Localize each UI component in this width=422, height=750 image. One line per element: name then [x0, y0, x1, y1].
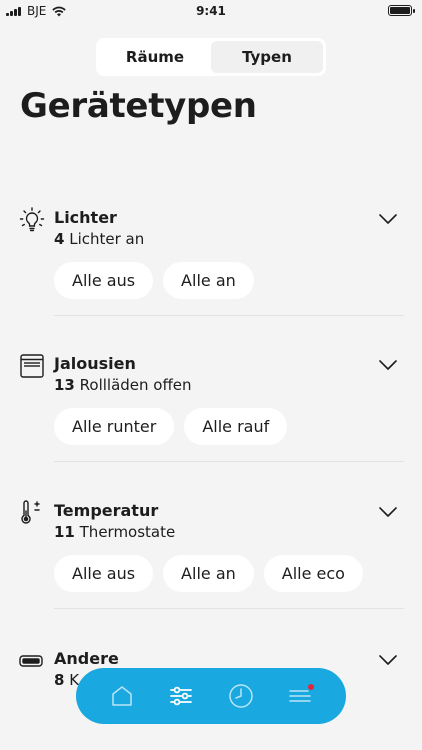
section-count: 13: [54, 376, 75, 394]
bulb-icon: [19, 207, 45, 232]
section-title: Temperatur: [54, 501, 159, 520]
all-on-button[interactable]: Alle an: [163, 555, 254, 592]
section-subtitle: 4 Lichter an: [54, 230, 144, 248]
nav-home[interactable]: [107, 681, 137, 711]
section-temperature: Temperatur 11 Thermostate Alle aus Alle …: [18, 499, 404, 609]
all-off-button[interactable]: Alle aus: [54, 555, 154, 592]
section-lights: Lichter 4 Lichter an Alle aus Alle an: [18, 206, 404, 316]
section-count: 8: [54, 671, 65, 689]
all-down-button[interactable]: Alle runter: [54, 408, 175, 445]
chevron-down-icon[interactable]: [378, 212, 398, 226]
section-status: Rollläden offen: [74, 376, 192, 394]
nav-timers[interactable]: [226, 681, 256, 711]
section-actions: Alle aus Alle an Alle eco: [54, 555, 363, 592]
nav-devices[interactable]: [166, 681, 196, 711]
notification-badge: [307, 683, 316, 691]
section-count: 4: [54, 230, 65, 248]
section-status: Thermostate: [74, 523, 176, 541]
divider: [54, 608, 404, 609]
section-title: Lichter: [54, 208, 117, 227]
section-title: Andere: [54, 649, 119, 668]
section-subtitle: 8 K: [54, 671, 79, 689]
bottom-nav: [76, 668, 346, 724]
status-time: 9:41: [196, 4, 226, 18]
chevron-down-icon[interactable]: [378, 505, 398, 519]
socket-icon: [19, 655, 43, 667]
section-title: Jalousien: [54, 354, 136, 373]
section-actions: Alle runter Alle rauf: [54, 408, 288, 445]
status-bar: BJE 9:41: [0, 0, 422, 24]
all-eco-button[interactable]: Alle eco: [263, 555, 363, 592]
view-switcher: Räume Typen: [96, 38, 326, 76]
tab-types[interactable]: Typen: [211, 41, 323, 73]
blinds-icon: [20, 354, 44, 378]
chevron-down-icon[interactable]: [378, 358, 398, 372]
section-count: 11: [54, 523, 75, 541]
chevron-down-icon[interactable]: [378, 653, 398, 667]
sliders-icon: [170, 686, 193, 706]
all-off-button[interactable]: Alle aus: [54, 262, 154, 299]
section-subtitle: 11 Thermostate: [54, 523, 175, 541]
tab-rooms[interactable]: Räume: [99, 41, 211, 73]
nav-menu[interactable]: [285, 681, 316, 711]
clock-icon: [229, 684, 253, 708]
all-on-button[interactable]: Alle an: [163, 262, 254, 299]
page-title: Gerätetypen: [20, 86, 257, 126]
home-icon: [112, 686, 132, 706]
divider: [54, 461, 404, 462]
thermometer-icon: [21, 500, 40, 524]
section-actions: Alle aus Alle an: [54, 262, 254, 299]
section-blinds: Jalousien 13 Rollläden offen Alle runter…: [18, 352, 404, 462]
section-status: Lichter an: [64, 230, 145, 248]
divider: [54, 315, 404, 316]
all-up-button[interactable]: Alle rauf: [184, 408, 288, 445]
battery-icon: [388, 5, 415, 16]
section-subtitle: 13 Rollläden offen: [54, 376, 192, 394]
